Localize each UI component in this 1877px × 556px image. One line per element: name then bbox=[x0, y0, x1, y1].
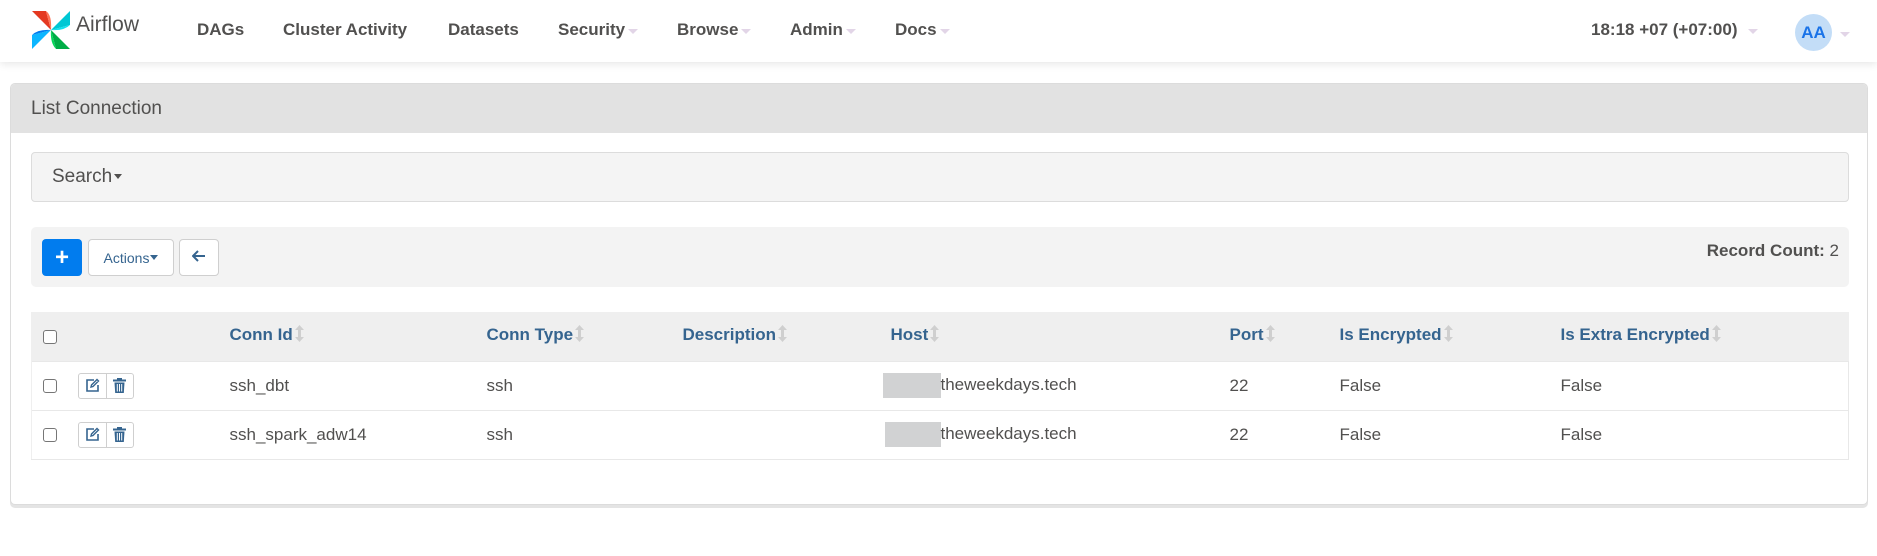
actions-dropdown-button[interactable]: Actions bbox=[88, 239, 174, 276]
caret-down-icon bbox=[939, 29, 950, 34]
host-text: theweekdays.tech bbox=[940, 423, 1077, 443]
cell-conn-id: ssh_spark_adw14 bbox=[229, 409, 487, 460]
cell-conn-type: ssh bbox=[486, 360, 683, 410]
nav-datasets-label: Datasets bbox=[448, 20, 519, 39]
column-header-host[interactable]: Host bbox=[890, 312, 1230, 361]
caret-down-icon bbox=[741, 29, 752, 34]
sort-icon bbox=[1443, 325, 1453, 347]
host-text: theweekdays.tech bbox=[940, 374, 1077, 394]
row-checkbox[interactable] bbox=[43, 428, 57, 443]
current-time: 18:18 +07 (+07:00) bbox=[1591, 20, 1738, 39]
row-actions bbox=[77, 372, 134, 399]
nav-dags[interactable]: DAGs bbox=[197, 20, 244, 40]
edit-icon[interactable] bbox=[79, 374, 106, 398]
redacted-block bbox=[884, 422, 941, 447]
row-actions bbox=[77, 421, 134, 448]
cell-is-encrypted: False bbox=[1339, 409, 1561, 460]
panel-title: List Connection bbox=[11, 84, 1867, 133]
airflow-pinwheel-icon bbox=[28, 7, 74, 53]
column-label: Port bbox=[1229, 325, 1264, 345]
nav-security[interactable]: Security bbox=[558, 20, 639, 40]
search-toggle[interactable]: Search bbox=[31, 152, 1849, 202]
airflow-logo-link[interactable]: Airflow bbox=[28, 6, 139, 54]
caret-down-icon bbox=[1840, 31, 1850, 37]
column-label: Is Extra Encrypted bbox=[1560, 325, 1710, 345]
column-label: Host bbox=[890, 325, 929, 345]
caret-down-icon bbox=[628, 29, 639, 34]
column-header-is-extra-encrypted[interactable]: Is Extra Encrypted bbox=[1560, 312, 1849, 361]
top-navbar: Airflow DAGs Cluster Activity Datasets S… bbox=[0, 0, 1877, 62]
column-label: Description bbox=[682, 325, 777, 345]
sort-icon bbox=[1711, 325, 1721, 347]
cell-port: 22 bbox=[1229, 360, 1340, 410]
actions-label: Actions bbox=[103, 249, 150, 266]
trash-icon[interactable] bbox=[105, 373, 133, 398]
list-connection-panel: List Connection Search + Actions Record … bbox=[10, 83, 1868, 505]
caret-down-icon bbox=[114, 174, 123, 180]
column-header-conn-id[interactable]: Conn Id bbox=[229, 312, 487, 361]
caret-down-icon bbox=[1747, 29, 1758, 34]
table-row: ssh_dbt ssh theweekdays.tech 22 False Fa… bbox=[31, 360, 1849, 410]
cell-is-extra-encrypted: False bbox=[1560, 360, 1849, 410]
nav-docs-label: Docs bbox=[895, 20, 937, 39]
caret-down-icon bbox=[845, 29, 856, 34]
connections-table: Conn Id Conn Type Description Host Port … bbox=[31, 312, 1849, 460]
cell-host: theweekdays.tech bbox=[882, 360, 1230, 410]
record-count-label: Record Count: bbox=[1706, 241, 1825, 260]
column-label: Is Encrypted bbox=[1339, 325, 1442, 345]
nav-docs[interactable]: Docs bbox=[895, 20, 950, 40]
column-header-description[interactable]: Description bbox=[682, 312, 891, 361]
sort-icon bbox=[294, 325, 304, 347]
column-header-conn-type[interactable]: Conn Type bbox=[486, 312, 683, 361]
trash-icon[interactable] bbox=[105, 422, 133, 447]
column-header-is-encrypted[interactable]: Is Encrypted bbox=[1339, 312, 1561, 361]
cell-is-extra-encrypted: False bbox=[1560, 409, 1849, 460]
select-all-checkbox[interactable] bbox=[43, 329, 57, 344]
avatar: AA bbox=[1795, 14, 1832, 51]
nav-browse[interactable]: Browse bbox=[677, 20, 752, 40]
sort-icon bbox=[778, 325, 788, 347]
column-label: Conn Type bbox=[486, 325, 574, 345]
search-label: Search bbox=[52, 166, 113, 187]
nav-cluster-activity-label: Cluster Activity bbox=[283, 20, 408, 39]
list-toolbar: + Actions Record Count: 2 bbox=[31, 227, 1849, 287]
cell-host: theweekdays.tech bbox=[884, 409, 1230, 460]
edit-icon[interactable] bbox=[79, 423, 106, 447]
back-button[interactable] bbox=[179, 239, 219, 276]
record-count: Record Count: 2 bbox=[1707, 241, 1839, 261]
nav-admin-label: Admin bbox=[790, 20, 843, 39]
brand-name: Airflow bbox=[76, 13, 140, 36]
add-record-button[interactable]: + bbox=[42, 239, 82, 276]
cell-conn-id: ssh_dbt bbox=[229, 360, 487, 410]
nav-browse-label: Browse bbox=[677, 20, 739, 39]
column-header-port[interactable]: Port bbox=[1229, 312, 1340, 361]
sort-icon bbox=[575, 325, 585, 347]
nav-cluster-activity[interactable]: Cluster Activity bbox=[283, 20, 407, 40]
redacted-block bbox=[882, 373, 941, 398]
arrow-left-icon bbox=[191, 249, 206, 267]
nav-dags-label: DAGs bbox=[197, 20, 245, 39]
table-header-row: Conn Id Conn Type Description Host Port … bbox=[31, 312, 1849, 361]
nav-security-label: Security bbox=[558, 20, 626, 39]
table-row: ssh_spark_adw14 ssh theweekdays.tech 22 … bbox=[31, 409, 1849, 460]
record-count-value: 2 bbox=[1829, 241, 1839, 260]
sort-icon bbox=[930, 325, 940, 347]
cell-is-encrypted: False bbox=[1339, 360, 1561, 410]
caret-down-icon bbox=[150, 255, 159, 260]
column-label: Conn Id bbox=[229, 325, 293, 345]
cell-port: 22 bbox=[1229, 409, 1340, 460]
user-menu[interactable]: AA bbox=[1795, 14, 1850, 51]
cell-description bbox=[682, 360, 891, 410]
cell-description bbox=[682, 409, 891, 460]
cell-conn-type: ssh bbox=[486, 409, 683, 460]
sort-icon bbox=[1265, 325, 1275, 347]
timezone-dropdown[interactable]: 18:18 +07 (+07:00) bbox=[1591, 20, 1758, 40]
nav-admin[interactable]: Admin bbox=[790, 20, 856, 40]
row-checkbox[interactable] bbox=[43, 379, 57, 394]
nav-datasets[interactable]: Datasets bbox=[448, 20, 519, 40]
